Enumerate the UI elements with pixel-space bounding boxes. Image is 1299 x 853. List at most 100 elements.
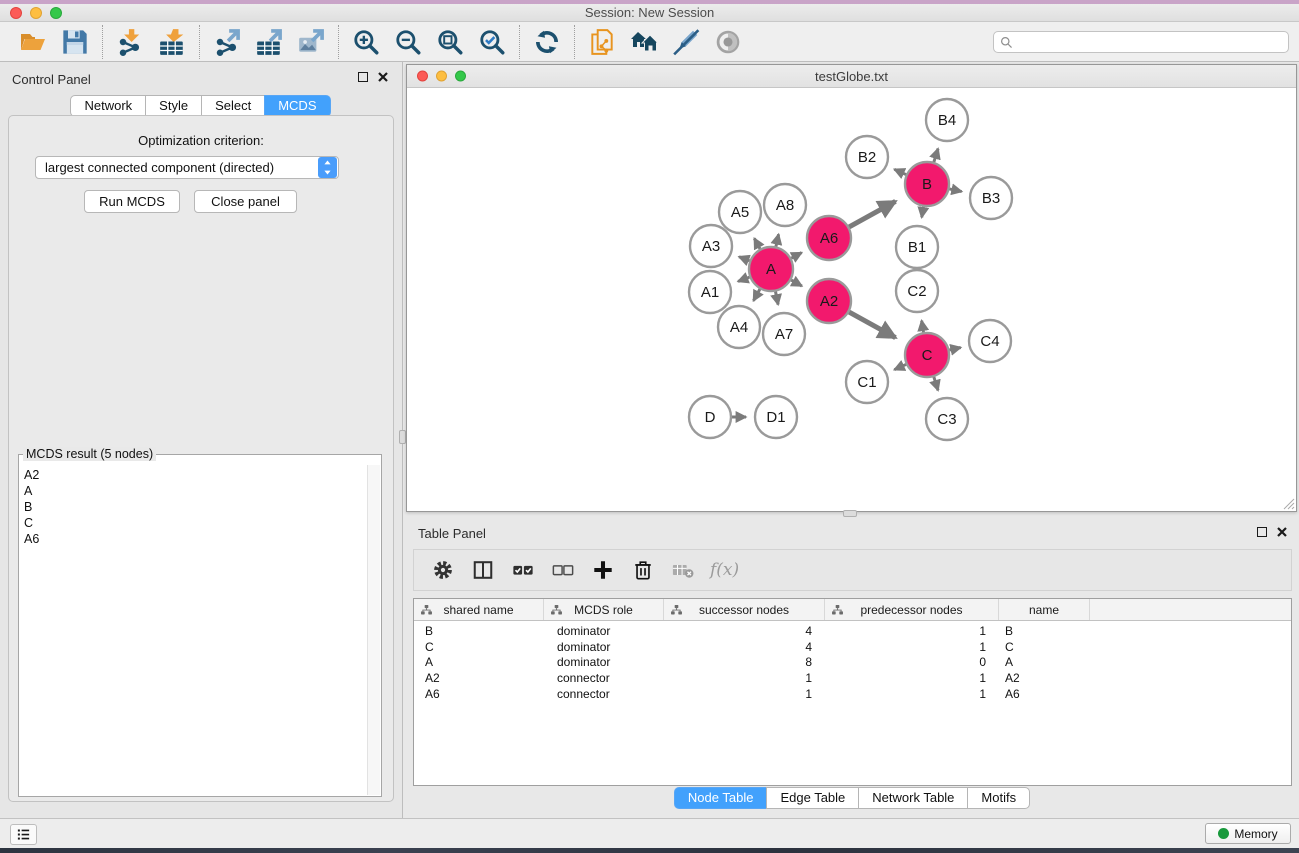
network-window-titlebar[interactable]: testGlobe.txt [407, 65, 1296, 88]
tab-edge-table[interactable]: Edge Table [766, 787, 859, 809]
open-session-icon[interactable] [12, 24, 54, 60]
graph-edge-A-A8[interactable] [776, 234, 779, 246]
graph-edge-C-C1[interactable] [894, 364, 906, 369]
split-divider-grip-vertical[interactable] [399, 430, 406, 444]
table-cell[interactable]: A6 [414, 687, 544, 701]
zoom-fit-icon[interactable] [429, 24, 471, 60]
table-cell[interactable]: 8 [664, 655, 825, 669]
graph-node-C1[interactable]: C1 [846, 361, 888, 403]
table-cell[interactable]: A [414, 655, 544, 669]
tab-style[interactable]: Style [145, 95, 202, 117]
table-row[interactable]: Adominator80A [414, 655, 1291, 671]
network-zoom-button[interactable] [455, 71, 466, 82]
graph-node-A8[interactable]: A8 [764, 184, 806, 226]
table-cell[interactable]: connector [544, 671, 664, 685]
tab-network[interactable]: Network [70, 95, 146, 117]
graph-edge-B-B1[interactable] [922, 207, 924, 218]
network-minimize-button[interactable] [436, 71, 447, 82]
graph-edge-A-A5[interactable] [754, 238, 760, 248]
graph-node-C4[interactable]: C4 [969, 320, 1011, 362]
table-settings-icon[interactable] [430, 557, 456, 583]
graph-node-C3[interactable]: C3 [926, 398, 968, 440]
refresh-view-icon[interactable] [526, 24, 568, 60]
network-close-button[interactable] [417, 71, 428, 82]
table-cell[interactable]: 1 [825, 687, 999, 701]
graph-edge-C-C4[interactable] [949, 348, 960, 351]
tab-motifs[interactable]: Motifs [967, 787, 1030, 809]
tab-mcds[interactable]: MCDS [264, 95, 330, 117]
table-cell[interactable]: B [999, 624, 1090, 638]
graph-node-D[interactable]: D [689, 396, 731, 438]
table-cell[interactable]: 1 [664, 671, 825, 685]
graph-edge-A-A3[interactable] [739, 257, 750, 261]
graph-edge-A-A7[interactable] [776, 292, 779, 305]
delete-table-icon[interactable] [670, 557, 696, 583]
minimize-window-button[interactable] [30, 7, 42, 19]
graph-node-A6[interactable]: A6 [807, 216, 851, 260]
table-cell[interactable]: dominator [544, 640, 664, 654]
tab-network-table[interactable]: Network Table [858, 787, 968, 809]
delete-column-icon[interactable] [630, 557, 656, 583]
graph-node-B4[interactable]: B4 [926, 99, 968, 141]
table-cell[interactable]: 1 [825, 624, 999, 638]
graph-node-C[interactable]: C [905, 333, 949, 377]
table-cell[interactable]: A6 [999, 687, 1090, 701]
graph-edge-A-A6[interactable] [791, 253, 801, 259]
table-row[interactable]: Cdominator41C [414, 639, 1291, 655]
graph-node-A[interactable]: A [749, 247, 793, 291]
table-cell[interactable]: 4 [664, 624, 825, 638]
table-cell[interactable]: dominator [544, 655, 664, 669]
graph-edge-A2-C[interactable] [849, 312, 895, 338]
table-cell[interactable]: 1 [664, 687, 825, 701]
graph-node-B[interactable]: B [905, 162, 949, 206]
graph-node-A3[interactable]: A3 [690, 225, 732, 267]
close-panel-icon[interactable] [378, 72, 388, 82]
split-divider-grip-horizontal[interactable] [843, 510, 857, 517]
graph-edge-B-B3[interactable] [949, 189, 961, 192]
clear-all-checkboxes-icon[interactable] [550, 557, 576, 583]
mcds-result-item[interactable]: C [21, 515, 365, 531]
mcds-result-item[interactable]: B [21, 499, 365, 515]
table-cell[interactable]: A [999, 655, 1090, 669]
column-header-predecessor-nodes[interactable]: predecessor nodes [825, 599, 999, 620]
search-input[interactable] [1017, 35, 1282, 49]
graph-edge-A-A2[interactable] [791, 280, 802, 286]
tab-node-table[interactable]: Node Table [674, 787, 768, 809]
import-network-icon[interactable] [109, 24, 151, 60]
graph-node-C2[interactable]: C2 [896, 270, 938, 312]
mcds-result-item[interactable]: A6 [21, 531, 365, 547]
run-mcds-button[interactable]: Run MCDS [84, 190, 180, 213]
graph-edge-B-B4[interactable] [934, 149, 938, 162]
graph-edge-B-B2[interactable] [894, 169, 906, 174]
graph-node-A1[interactable]: A1 [689, 271, 731, 313]
window-resize-grip[interactable] [1282, 497, 1295, 510]
export-image-icon[interactable] [290, 24, 332, 60]
close-panel-button[interactable]: Close panel [194, 190, 297, 213]
column-header-shared-name[interactable]: shared name [414, 599, 544, 620]
table-row[interactable]: Bdominator41B [414, 623, 1291, 639]
float-panel-icon[interactable] [1257, 527, 1267, 537]
table-cell[interactable]: 1 [825, 640, 999, 654]
column-header-name[interactable]: name [999, 599, 1090, 620]
mcds-result-scrollbar[interactable] [367, 465, 380, 795]
zoom-selected-icon[interactable] [471, 24, 513, 60]
table-cell[interactable]: connector [544, 687, 664, 701]
table-cell[interactable]: C [414, 640, 544, 654]
graph-node-B2[interactable]: B2 [846, 136, 888, 178]
graph-node-B1[interactable]: B1 [896, 226, 938, 268]
graph-node-A2[interactable]: A2 [807, 279, 851, 323]
optimization-criterion-select[interactable]: largest connected component (directed) [35, 156, 339, 179]
export-table-icon[interactable] [248, 24, 290, 60]
column-header-successor-nodes[interactable]: successor nodes [664, 599, 825, 620]
table-row[interactable]: A2connector11A2 [414, 670, 1291, 686]
mcds-result-item[interactable]: A2 [21, 467, 365, 483]
select-all-checkboxes-icon[interactable] [510, 557, 536, 583]
tab-select[interactable]: Select [201, 95, 265, 117]
table-cell[interactable]: A2 [414, 671, 544, 685]
mcds-result-item[interactable]: A [21, 483, 365, 499]
table-cell[interactable]: B [414, 624, 544, 638]
graph-edge-A-A4[interactable] [753, 289, 759, 301]
graph-node-A5[interactable]: A5 [719, 191, 761, 233]
table-row[interactable]: A6connector11A6 [414, 686, 1291, 702]
zoom-window-button[interactable] [50, 7, 62, 19]
